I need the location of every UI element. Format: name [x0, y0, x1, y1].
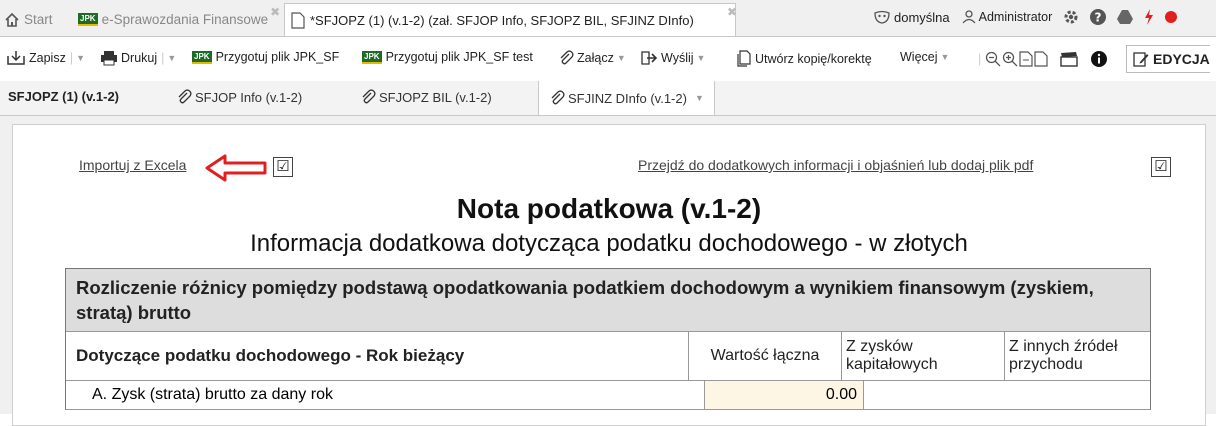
page-title: Nota podatkowa (v.1-2)	[456, 193, 762, 224]
copy-icon	[736, 50, 752, 67]
close-icon[interactable]: ✖	[270, 5, 280, 19]
clapperboard-icon[interactable]	[1060, 51, 1078, 67]
lightning-icon[interactable]	[1143, 8, 1155, 26]
document-tab-bar: Start JPK e-Sprawozdania Finansowe ✖ *SF…	[0, 0, 1216, 37]
subtab-sfjop-info[interactable]: SFJOP Info (v.1-2)	[176, 89, 302, 105]
subtab-sfjinz-dinfo[interactable]: SFJINZ DInfo (v.1-2) ▼	[538, 81, 715, 115]
tax-note-table: Rozliczenie różnicy pomiędzy podstawą op…	[65, 268, 1151, 410]
paperclip-icon	[360, 89, 376, 105]
close-icon[interactable]: ✖	[727, 5, 737, 19]
header-total-value: Wartość łączna	[689, 332, 842, 380]
subtab-sfjopz-bil[interactable]: SFJOPZ BIL (v.1-2)	[360, 89, 492, 105]
table-header-row: Dotyczące podatku dochodowego - Rok bież…	[66, 332, 1150, 381]
svg-text:?: ?	[1095, 11, 1102, 25]
printer-icon	[100, 50, 118, 66]
empty-cell	[1026, 381, 1150, 409]
status-dot-icon	[1164, 10, 1178, 24]
header-capital-gains: Z zysków kapitałowych	[842, 332, 1005, 380]
zoom-in-icon[interactable]	[1002, 51, 1018, 67]
user-icon	[962, 10, 976, 24]
save-button[interactable]: Zapisz | ▼	[6, 50, 85, 66]
header-current-year: Dotyczące podatku dochodowego - Rok bież…	[66, 332, 689, 380]
additional-info-checkbox[interactable]: ☑	[1151, 157, 1171, 177]
home-icon	[4, 12, 20, 28]
zoom-out-icon[interactable]	[985, 51, 1001, 67]
profile-name[interactable]: domyślna	[894, 10, 950, 25]
tab-e-sprawozdania[interactable]: JPK e-Sprawozdania Finansowe ✖	[78, 4, 280, 35]
fit-page-icon[interactable]	[1019, 51, 1033, 67]
user-name[interactable]: Administrator	[979, 10, 1053, 24]
top-right-tools: domyślna Administrator ?	[874, 8, 1178, 26]
row-label: A. Zysk (strata) brutto za dany rok	[66, 381, 705, 409]
header-other-sources: Z innych źródeł przychodu	[1009, 338, 1118, 373]
more-button[interactable]: Więcej ▼	[900, 50, 949, 64]
save-icon	[6, 50, 26, 66]
jpk-icon: JPK	[192, 50, 212, 64]
subtab-sfjopz[interactable]: SFJOPZ (1) (v.1-2)	[8, 89, 119, 104]
page-subtitle: Informacja dodatkowa dotycząca podatku d…	[250, 230, 968, 257]
empty-cell	[864, 381, 1026, 409]
total-value-input[interactable]: 0.00	[705, 381, 864, 409]
table-row: A. Zysk (strata) brutto za dany rok 0.00	[66, 381, 1150, 410]
send-button[interactable]: Wyślij ▼	[640, 50, 705, 66]
tab-sfjopz-document[interactable]: *SFJOPZ (1) (v.1-2) (zał. SFJOP Info, SF…	[284, 3, 737, 36]
create-copy-button[interactable]: Utwórz kopię/korektę	[736, 50, 872, 67]
document-icon	[291, 11, 305, 29]
form-panel: Importuj z Excela ☑ Przejdź do dodatkowy…	[12, 124, 1206, 426]
zoom-tools: |	[974, 50, 1116, 68]
help-icon[interactable]: ?	[1089, 8, 1107, 26]
gear-icon[interactable]	[1062, 8, 1080, 26]
prepare-jpk-test-button[interactable]: JPK Przygotuj plik JPK_SF test	[362, 50, 533, 64]
send-icon	[640, 50, 658, 66]
edit-mode-button[interactable]: EDYCJA	[1126, 45, 1210, 73]
print-button[interactable]: Drukuj | ▼	[100, 50, 176, 66]
form-subtabs: SFJOPZ (1) (v.1-2) SFJOP Info (v.1-2) SF…	[0, 81, 1216, 116]
table-section-title: Rozliczenie różnicy pomiędzy podstawą op…	[66, 269, 1150, 332]
chevron-down-icon[interactable]: ▼	[695, 93, 704, 103]
paperclip-icon	[558, 50, 574, 66]
main-area: Importuj z Excela ☑ Przejdź do dodatkowy…	[0, 116, 1216, 426]
additional-info-link[interactable]: Przejdź do dodatkowych informacji i obja…	[638, 157, 1033, 173]
attach-button[interactable]: Załącz ▼	[558, 50, 626, 66]
jpk-icon: JPK	[362, 50, 382, 64]
prepare-jpk-button[interactable]: JPK Przygotuj plik JPK_SF	[192, 50, 339, 64]
import-excel-link[interactable]: Importuj z Excela	[79, 157, 186, 173]
jpk-icon: JPK	[78, 13, 98, 26]
drive-icon[interactable]	[1116, 9, 1134, 25]
tab-start[interactable]: Start	[4, 4, 53, 35]
edit-icon	[1133, 51, 1149, 67]
paperclip-icon	[549, 90, 565, 106]
main-toolbar: Zapisz | ▼ Drukuj | ▼ JPK Przygotuj plik JPK…	[0, 37, 1216, 82]
arrow-left-icon	[205, 153, 269, 183]
profile-mask-icon	[874, 10, 890, 24]
paperclip-icon	[176, 89, 192, 105]
page-icon[interactable]	[1034, 51, 1048, 67]
info-icon[interactable]	[1090, 50, 1108, 68]
import-checkbox[interactable]: ☑	[273, 157, 293, 177]
